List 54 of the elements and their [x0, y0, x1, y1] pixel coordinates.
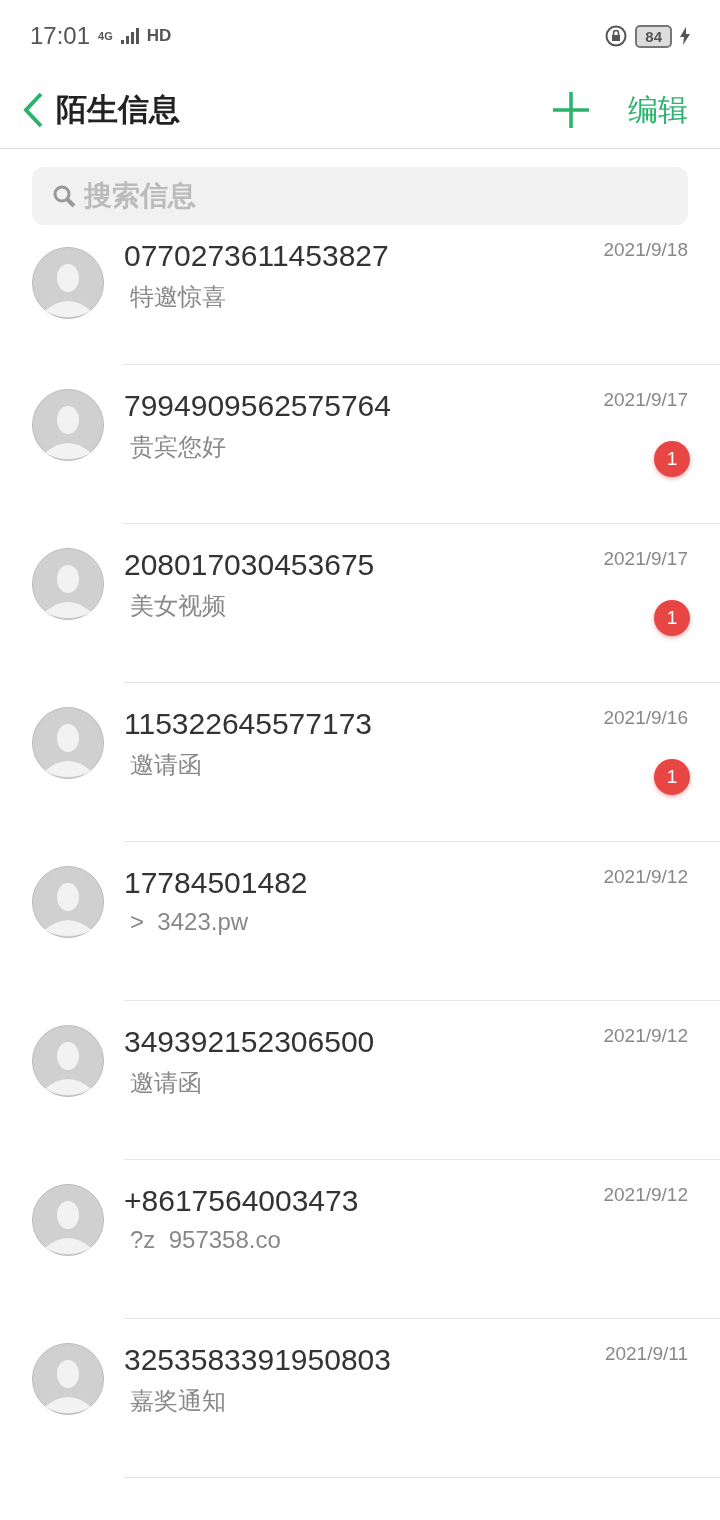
unread-badge: 1	[654, 441, 690, 477]
sender-number: 3253583391950803	[124, 1343, 392, 1377]
rotation-lock-icon	[605, 25, 628, 47]
message-date: 2021/9/18	[603, 239, 688, 261]
message-preview: 邀请函	[129, 750, 203, 780]
avatar-icon	[32, 1343, 104, 1415]
message-date: 2021/9/12	[603, 1184, 688, 1206]
avatar-icon	[32, 866, 104, 938]
avatar-icon	[32, 389, 104, 461]
message-preview: 美女视频	[129, 591, 227, 621]
sender-number: 208017030453675	[124, 548, 376, 582]
hd-label: HD	[146, 26, 172, 46]
unread-badge: 1	[654, 600, 690, 636]
message-row[interactable]: 349392152306500 邀请函 2021/9/12	[0, 1001, 720, 1160]
battery-level: 84	[635, 24, 672, 48]
message-date: 2021/9/12	[603, 1025, 688, 1047]
search-icon	[52, 184, 76, 208]
sender-number: 0770273611453827	[124, 239, 390, 273]
message-preview: 邀请函	[129, 1068, 203, 1098]
message-preview: 贵宾您好	[129, 432, 227, 462]
avatar-icon	[32, 247, 104, 319]
sender-number: +8617564003473	[124, 1184, 360, 1218]
message-date: 2021/9/17	[603, 389, 688, 411]
charging-icon	[680, 27, 690, 45]
message-preview: 特邀惊喜	[129, 282, 227, 312]
message-row[interactable]: 3253583391950803 嘉奖通知 2021/9/11	[0, 1319, 720, 1478]
add-button[interactable]	[552, 91, 590, 129]
avatar-icon	[32, 1025, 104, 1097]
network-label: 4G	[98, 30, 113, 42]
unread-badge: 1	[654, 759, 690, 795]
avatar-icon	[32, 1184, 104, 1256]
message-date: 2021/9/12	[603, 866, 688, 888]
signal-icon	[120, 28, 139, 44]
sender-number: 115322645577173	[124, 707, 374, 741]
status-time: 17:01	[30, 22, 91, 50]
avatar-icon	[32, 707, 104, 779]
message-row[interactable]: 7994909562575764 贵宾您好 2021/9/17 1	[0, 365, 720, 524]
message-row[interactable]: 17784501482 > 3423.pw 2021/9/12	[0, 842, 720, 1001]
message-row[interactable]: +8617564003473 ?z 957358.co 2021/9/12	[0, 1160, 720, 1319]
avatar-icon	[32, 548, 104, 620]
message-preview: > 3423.pw	[129, 908, 250, 936]
message-row[interactable]: 208017030453675 美女视频 2021/9/17 1	[0, 524, 720, 683]
sender-number: 349392152306500	[124, 1025, 376, 1059]
message-date: 2021/9/17	[603, 548, 688, 570]
message-date: 2021/9/16	[603, 707, 688, 729]
sender-number: 17784501482	[124, 866, 309, 900]
back-button[interactable]	[22, 92, 44, 128]
message-row[interactable]: 115322645577173 邀请函 2021/9/16 1	[0, 683, 720, 842]
message-date: 2021/9/11	[604, 1343, 688, 1365]
sender-number: 7994909562575764	[124, 389, 392, 423]
message-preview: 嘉奖通知	[129, 1386, 227, 1416]
message-row[interactable]: 0770273611453827 特邀惊喜 2021/9/18	[0, 235, 720, 365]
page-title: 陌生信息	[56, 91, 181, 129]
message-preview: ?z 957358.co	[129, 1226, 282, 1254]
